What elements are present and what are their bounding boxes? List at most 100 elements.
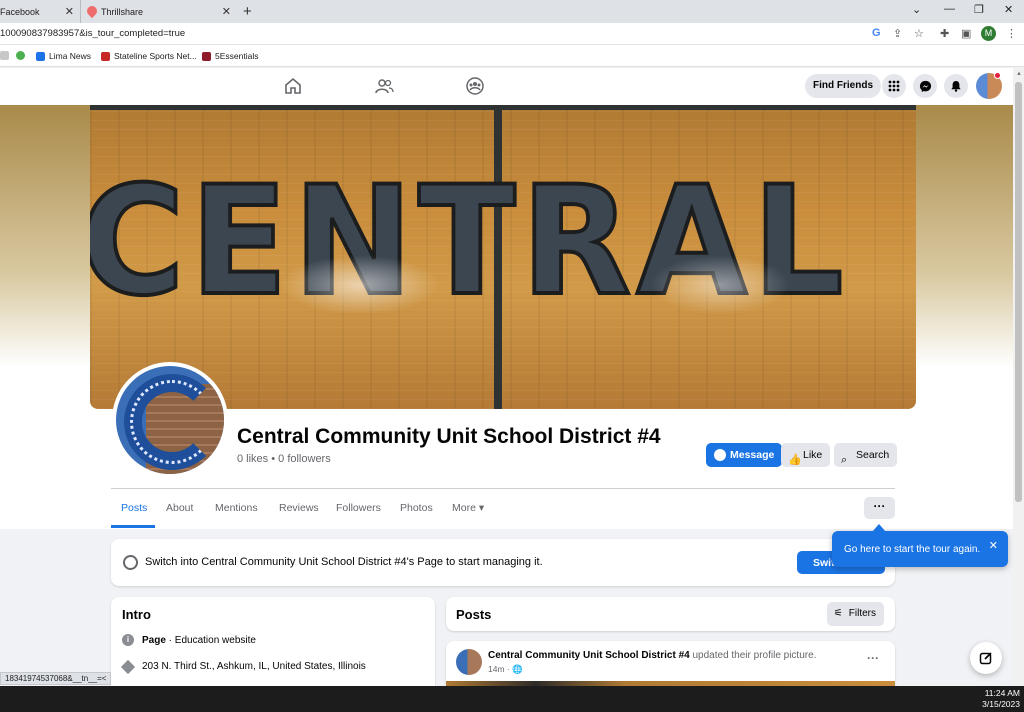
- category-value[interactable]: · Education website: [166, 635, 256, 646]
- share-icon[interactable]: ⇪: [893, 27, 902, 40]
- link-status-url: 18341974537068&__tn__=<: [0, 672, 112, 685]
- tab-search-chevron-icon[interactable]: ⌄: [912, 3, 921, 16]
- new-tab-button[interactable]: +: [243, 3, 252, 20]
- bookmark-label: Stateline Sports Net...: [114, 51, 197, 61]
- switch-profile-icon: [123, 555, 138, 570]
- clock-time: 11:24 AM: [984, 688, 1020, 698]
- tour-tooltip-text: Go here to start the tour again.: [844, 544, 981, 555]
- tab-mentions[interactable]: Mentions: [215, 502, 258, 514]
- minimize-icon[interactable]: —: [944, 3, 955, 15]
- google-icon[interactable]: G: [872, 27, 881, 39]
- post-author-avatar[interactable]: [456, 649, 482, 675]
- bookmark-star-icon[interactable]: ☆: [914, 27, 924, 40]
- bookmark-5essentials[interactable]: 5Essentials: [202, 51, 258, 61]
- cover-photo[interactable]: CENTRAL: [90, 105, 916, 409]
- more-options-button[interactable]: ···: [864, 497, 895, 519]
- stateline-icon: [101, 51, 110, 61]
- intro-category-row: i Page · Education website: [122, 634, 256, 646]
- tab-photos[interactable]: Photos: [400, 502, 433, 514]
- close-icon[interactable]: ✕: [989, 539, 998, 552]
- notification-dot: [994, 72, 1001, 79]
- post-author-name[interactable]: Central Community Unit School District #…: [488, 650, 690, 661]
- menu-grid-button[interactable]: [882, 74, 906, 98]
- address-text[interactable]: 203 N. Third St., Ashkum, IL, United Sta…: [142, 661, 366, 672]
- close-tab-icon[interactable]: ✕: [222, 5, 231, 18]
- tab-title: Facebook: [0, 6, 40, 17]
- tab-about[interactable]: About: [166, 502, 193, 514]
- messenger-icon: [714, 449, 726, 461]
- find-friends-button[interactable]: Find Friends: [805, 74, 881, 98]
- system-clock[interactable]: 11:24 AM 3/15/2023: [982, 688, 1020, 710]
- messenger-icon: [919, 80, 931, 92]
- grid-icon: [888, 80, 900, 92]
- restore-icon[interactable]: ❐: [974, 3, 984, 16]
- new-message-button[interactable]: [970, 642, 1002, 674]
- intro-title: Intro: [122, 607, 151, 622]
- bookmark-apps-icon[interactable]: [0, 51, 9, 60]
- browser-profile-avatar[interactable]: M: [981, 26, 996, 41]
- post-author-line: Central Community Unit School District #…: [488, 650, 816, 661]
- scroll-up-arrow-icon[interactable]: ▲: [1016, 71, 1022, 77]
- sliders-icon: ⚟: [833, 608, 843, 619]
- close-window-icon[interactable]: ✕: [1004, 3, 1013, 16]
- filters-label: Filters: [848, 608, 876, 619]
- browser-menu-icon[interactable]: ⋮: [1006, 27, 1017, 40]
- clock-date: 3/15/2023: [982, 699, 1020, 709]
- bookmark-stateline-sports[interactable]: Stateline Sports Net...: [101, 51, 197, 61]
- tab-thrillshare[interactable]: Thrillshare ✕: [80, 0, 235, 23]
- post-menu-button[interactable]: ···: [867, 651, 879, 665]
- page-title: Central Community Unit School District #…: [237, 425, 661, 448]
- posts-header-card: Posts ⚟ Filters: [446, 597, 895, 631]
- bell-icon: [951, 81, 961, 92]
- header-divider: [111, 488, 895, 489]
- search-icon: ⌕: [841, 454, 848, 466]
- like-button[interactable]: 👍 Like: [781, 443, 831, 467]
- home-icon[interactable]: [283, 76, 303, 96]
- bookmark-label: 5Essentials: [215, 51, 259, 61]
- tab-title: Thrillshare: [101, 6, 144, 17]
- side-panel-icon[interactable]: ▣: [961, 27, 971, 40]
- switch-profile-card: Switch into Central Community Unit Schoo…: [111, 539, 895, 586]
- intro-address-row: 203 N. Third St., Ashkum, IL, United Sta…: [120, 659, 366, 674]
- post-action: updated their profile picture.: [689, 650, 817, 661]
- tab-reviews[interactable]: Reviews: [279, 502, 319, 514]
- switch-card-text: Switch into Central Community Unit Schoo…: [145, 556, 543, 568]
- scrollbar-thumb[interactable]: [1015, 82, 1022, 502]
- message-label: Message: [730, 449, 775, 461]
- tab-more[interactable]: More ▾: [452, 502, 484, 514]
- os-taskbar: 11:24 AM 3/15/2023: [0, 686, 1024, 712]
- intro-card: Intro i Page · Education website 203 N. …: [111, 597, 435, 697]
- url-input[interactable]: 100090837983957&is_tour_completed=true: [0, 28, 185, 39]
- tour-tooltip[interactable]: Go here to start the tour again. ✕: [832, 524, 1008, 567]
- page-stats[interactable]: 0 likes • 0 followers: [237, 453, 331, 465]
- browser-tab-bar: Facebook ✕ Thrillshare ✕ + ⌄ — ❐ ✕: [0, 0, 1024, 23]
- close-tab-icon[interactable]: ✕: [65, 5, 74, 18]
- messenger-button[interactable]: [913, 74, 937, 98]
- notifications-button[interactable]: [944, 74, 968, 98]
- 5essentials-shield-icon: [202, 51, 211, 61]
- bookmark-leaf-icon[interactable]: [16, 51, 25, 60]
- post-timestamp[interactable]: 14m · 🌐: [488, 664, 523, 675]
- groups-icon[interactable]: [465, 76, 485, 96]
- facebook-top-nav: Find Friends: [0, 68, 1013, 105]
- page-scrollbar[interactable]: ▲: [1013, 68, 1024, 686]
- tooltip-arrow: [872, 524, 886, 532]
- friends-icon[interactable]: [374, 76, 394, 96]
- tab-facebook[interactable]: Facebook ✕: [0, 0, 78, 23]
- compose-icon: [979, 652, 992, 665]
- thrillshare-favicon-icon: [84, 3, 100, 19]
- info-icon: i: [122, 634, 134, 646]
- message-button[interactable]: Message: [706, 443, 783, 467]
- posts-title: Posts: [456, 607, 492, 622]
- search-label: Search: [856, 449, 890, 461]
- directions-icon: [120, 659, 136, 674]
- tab-followers[interactable]: Followers: [336, 502, 381, 514]
- bookmark-lima-news[interactable]: Lima News: [36, 51, 91, 61]
- thumbs-up-icon: 👍: [788, 454, 802, 466]
- search-button[interactable]: ⌕ Search: [834, 443, 898, 467]
- filters-button[interactable]: ⚟ Filters: [826, 602, 884, 626]
- bookmark-label: Lima News: [49, 51, 92, 61]
- tab-posts[interactable]: Posts: [121, 502, 147, 514]
- extensions-puzzle-icon[interactable]: ✚: [940, 27, 949, 40]
- profile-picture[interactable]: [112, 362, 228, 478]
